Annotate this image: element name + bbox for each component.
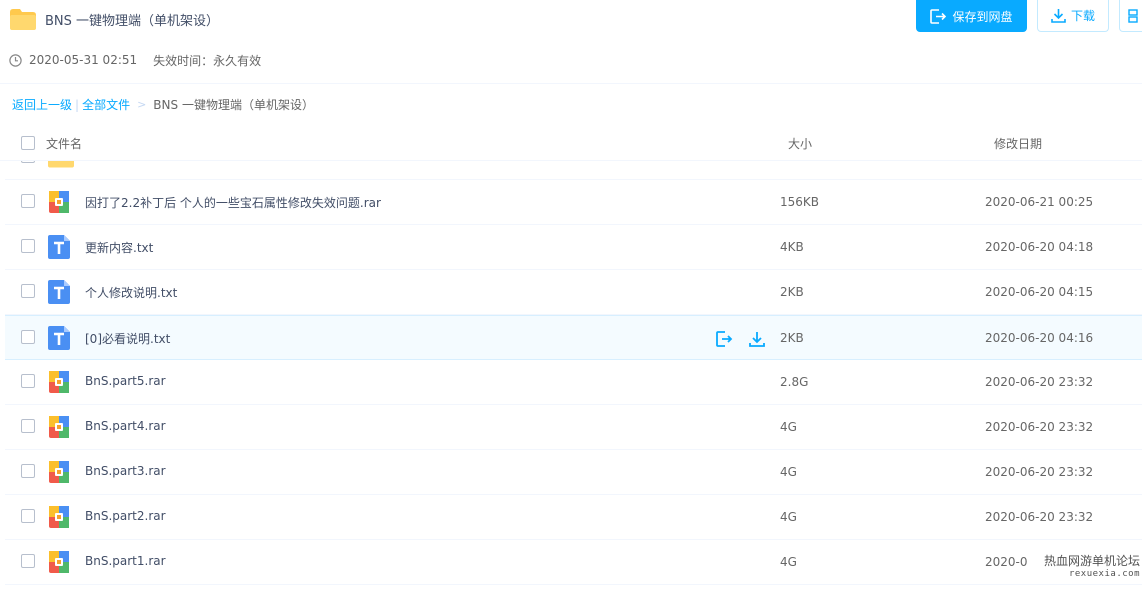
- rar-archive-icon: [48, 550, 70, 574]
- share-meta: 2020-05-31 02:51 失效时间：永久有效: [9, 52, 261, 68]
- file-name[interactable]: BnS.part5.rar: [85, 374, 166, 388]
- file-row[interactable]: 因打了2.2补丁后 个人的一些宝石属性修改失效问题.rar 156KB 2020-0…: [5, 180, 1142, 225]
- column-header-name[interactable]: 文件名: [46, 135, 82, 152]
- column-header-size[interactable]: 大小: [788, 135, 812, 152]
- file-name[interactable]: BnS.part1.rar: [85, 554, 166, 568]
- file-size: 4G: [780, 555, 797, 569]
- download-button[interactable]: 下载: [1037, 0, 1109, 32]
- file-name[interactable]: 个人修改说明.txt: [85, 284, 177, 301]
- file-row[interactable]: BnS.part2.rar 4G 2020-06-20 23:32: [5, 495, 1142, 540]
- file-date: 2020-06-20 23:32: [985, 375, 1094, 389]
- watermark-title: 热血网游单机论坛: [1043, 554, 1140, 568]
- text-file-icon: [48, 326, 70, 350]
- file-name[interactable]: BnS.part2.rar: [85, 509, 166, 523]
- save-to-disk-icon: [930, 8, 947, 24]
- save-to-netdisk-button[interactable]: 保存到网盘: [916, 0, 1027, 32]
- top-bar: BNS 一键物理端（单机架设） 保存到网盘 下载: [0, 0, 1142, 40]
- file-date: 2020-06-20 04:16: [985, 331, 1094, 345]
- file-date: 2020-06-20 23:32: [985, 510, 1094, 524]
- file-row[interactable]: BnS.part4.rar 4G 2020-06-20 23:32: [5, 405, 1142, 450]
- file-row[interactable]: BnS.part3.rar 4G 2020-06-20 23:32: [5, 450, 1142, 495]
- breadcrumb-separator: |: [75, 97, 80, 112]
- list-item-partial[interactable]: [5, 161, 1142, 180]
- file-date: 2020-06-20 23:32: [985, 465, 1094, 479]
- breadcrumb: 返回上一级 | 全部文件 > BNS 一键物理端（单机架设）: [12, 96, 314, 113]
- row-checkbox[interactable]: [21, 161, 35, 163]
- file-size: 2.8G: [780, 375, 809, 389]
- column-header-date[interactable]: 修改日期: [994, 135, 1042, 152]
- file-row[interactable]: BnS.part1.rar 4G 2020-0: [5, 540, 1142, 585]
- file-row[interactable]: 个人修改说明.txt 2KB 2020-06-20 04:15: [5, 270, 1142, 315]
- file-size: 4G: [780, 465, 797, 479]
- divider: [0, 83, 1142, 84]
- file-name[interactable]: BnS.part4.rar: [85, 419, 166, 433]
- rar-archive-icon: [48, 505, 70, 529]
- file-date: 2020-06-21 00:25: [985, 195, 1094, 209]
- rar-archive-icon: [48, 190, 70, 214]
- file-name[interactable]: 因打了2.2补丁后 个人的一些宝石属性修改失效问题.rar: [85, 194, 381, 211]
- expire-text: 失效时间：永久有效: [153, 53, 262, 68]
- row-checkbox[interactable]: [21, 509, 35, 523]
- watermark-url: rexuexia.com: [1068, 569, 1140, 579]
- share-created-time: 2020-05-31 02:51: [29, 53, 138, 67]
- file-date: 2020-06-20 04:18: [985, 240, 1094, 254]
- breadcrumb-back-link[interactable]: 返回上一级: [12, 96, 72, 113]
- breadcrumb-arrow-icon: >: [137, 98, 147, 111]
- file-name[interactable]: 更新内容.txt: [85, 239, 153, 256]
- row-checkbox[interactable]: [21, 374, 35, 388]
- row-checkbox[interactable]: [21, 554, 35, 568]
- download-button-label: 下载: [1070, 9, 1095, 23]
- select-all-checkbox[interactable]: [21, 136, 35, 150]
- download-icon: [1051, 9, 1066, 23]
- clock-icon: [9, 53, 22, 67]
- file-date: 2020-06-20 23:32: [985, 420, 1094, 434]
- file-size: 156KB: [780, 195, 820, 209]
- folder-icon: [10, 9, 36, 30]
- file-list-header: 文件名 大小 修改日期: [0, 130, 1142, 160]
- share-title: BNS 一键物理端（单机架设）: [45, 14, 220, 29]
- site-watermark: 热血网游单机论坛 rexuexia.com: [1020, 555, 1140, 585]
- row-download-icon[interactable]: [748, 330, 766, 348]
- row-checkbox[interactable]: [21, 239, 35, 253]
- file-row[interactable]: 更新内容.txt 4KB 2020-06-20 04:18: [5, 225, 1142, 270]
- breadcrumb-all-files-link[interactable]: 全部文件: [82, 96, 130, 113]
- rar-archive-icon: [48, 460, 70, 484]
- file-size: 4KB: [780, 240, 804, 254]
- breadcrumb-current: BNS 一键物理端（单机架设）: [153, 98, 314, 112]
- file-date: 2020-06-20 04:15: [985, 285, 1094, 299]
- row-checkbox[interactable]: [21, 284, 35, 298]
- text-file-icon: [48, 280, 70, 304]
- file-row[interactable]: BnS.part5.rar 2.8G 2020-06-20 23:32: [5, 360, 1142, 405]
- file-size: 4G: [780, 420, 797, 434]
- text-file-icon: [48, 235, 70, 259]
- file-name[interactable]: [0]必看说明.txt: [85, 330, 170, 347]
- row-checkbox[interactable]: [21, 419, 35, 433]
- file-size: 2KB: [780, 331, 804, 345]
- row-checkbox[interactable]: [21, 330, 35, 344]
- file-name[interactable]: BnS.part3.rar: [85, 464, 166, 478]
- more-button[interactable]: [1119, 0, 1142, 32]
- rar-archive-icon: [48, 415, 70, 439]
- file-size: 4G: [780, 510, 797, 524]
- qr-code-icon: [1128, 8, 1138, 23]
- row-checkbox[interactable]: [21, 194, 35, 208]
- row-checkbox[interactable]: [21, 464, 35, 478]
- file-row[interactable]: [0]必看说明.txt 2KB 2020-06-20 04:16: [5, 315, 1142, 360]
- save-button-label: 保存到网盘: [952, 9, 1013, 24]
- file-list: 因打了2.2补丁后 个人的一些宝石属性修改失效问题.rar 156KB 2020-0…: [0, 161, 1142, 590]
- rar-archive-icon: [48, 370, 70, 394]
- row-save-icon[interactable]: [715, 330, 733, 348]
- folder-icon: [48, 161, 74, 168]
- file-size: 2KB: [780, 285, 804, 299]
